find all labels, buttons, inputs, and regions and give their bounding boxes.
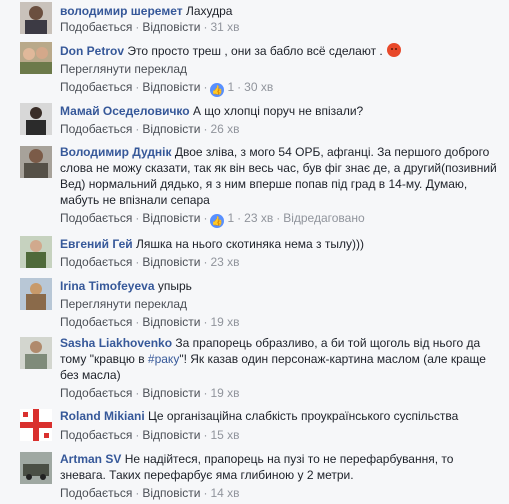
avatar[interactable] xyxy=(20,103,52,135)
comment-author[interactable]: Roland Mikiani xyxy=(60,409,145,423)
separator: · xyxy=(203,486,208,500)
avatar[interactable] xyxy=(20,278,52,310)
separator: · xyxy=(135,80,140,94)
comment-text: Ляшка на нього скотиняка нема з тылу))) xyxy=(135,237,364,251)
comment-author[interactable]: володимир шеремет xyxy=(60,4,183,18)
reply-button[interactable]: Відповісти xyxy=(142,428,200,442)
reply-button[interactable]: Відповісти xyxy=(142,122,200,136)
separator: · xyxy=(237,211,242,225)
separator: · xyxy=(135,428,140,442)
reply-button[interactable]: Відповісти xyxy=(142,80,200,94)
comment-author[interactable]: Don Petrov xyxy=(60,44,124,58)
comment-text: А що хлопці поруч не впізали? xyxy=(192,104,364,118)
like-button[interactable]: Подобається xyxy=(60,80,132,94)
comment-text: Це організаційна слабкість проукраїнсько… xyxy=(148,409,459,423)
reply-button[interactable]: Відповісти xyxy=(142,211,200,225)
timestamp[interactable]: 19 хв xyxy=(210,386,239,400)
like-button[interactable]: Подобається xyxy=(60,122,132,136)
see-translation-link[interactable]: Переглянути переклад xyxy=(60,61,187,77)
separator: · xyxy=(203,122,208,136)
like-button[interactable]: Подобається xyxy=(60,255,132,269)
timestamp[interactable]: 23 хв xyxy=(210,255,239,269)
timestamp[interactable]: 15 хв xyxy=(210,428,239,442)
timestamp[interactable]: 19 хв xyxy=(210,315,239,329)
timestamp[interactable]: 14 хв xyxy=(210,486,239,500)
separator: · xyxy=(203,80,208,94)
reply-button[interactable]: Відповісти xyxy=(142,255,200,269)
separator: · xyxy=(237,80,242,94)
like-button[interactable]: Подобається xyxy=(60,315,132,329)
avatar[interactable] xyxy=(20,452,52,484)
avatar[interactable] xyxy=(20,2,52,34)
like-button[interactable]: Подобається xyxy=(60,211,132,225)
separator: · xyxy=(135,386,140,400)
comment-author[interactable]: Евгений Гей xyxy=(60,237,133,251)
separator: · xyxy=(135,486,140,500)
reply-button[interactable]: Відповісти xyxy=(142,486,200,500)
separator: · xyxy=(135,20,140,34)
avatar[interactable] xyxy=(20,42,52,74)
separator: · xyxy=(203,428,208,442)
hashtag-link[interactable]: #раку xyxy=(148,352,179,366)
avatar[interactable] xyxy=(20,409,52,441)
timestamp[interactable]: 31 хв xyxy=(210,20,239,34)
separator: · xyxy=(135,255,140,269)
avatar[interactable] xyxy=(20,337,52,369)
comment-text: Это просто треш , они за бабло всё сдела… xyxy=(127,44,383,58)
separator: · xyxy=(276,211,281,225)
separator: · xyxy=(203,255,208,269)
avatar[interactable] xyxy=(20,146,52,178)
edited-label[interactable]: Відредаговано xyxy=(283,211,364,225)
separator: · xyxy=(135,315,140,329)
like-icon[interactable]: 👍 xyxy=(210,214,225,228)
reply-button[interactable]: Відповісти xyxy=(142,386,200,400)
separator: · xyxy=(203,20,208,34)
timestamp[interactable]: 26 хв xyxy=(210,122,239,136)
comment-author[interactable]: Мамай Оседеловичко xyxy=(60,104,190,118)
separator: · xyxy=(203,386,208,400)
comment-text: Лахудра xyxy=(185,4,233,18)
like-button[interactable]: Подобається xyxy=(60,486,132,500)
timestamp[interactable]: 23 хв xyxy=(244,211,273,225)
comment-text: упырь xyxy=(157,279,192,293)
avatar[interactable] xyxy=(20,236,52,268)
separator: · xyxy=(135,211,140,225)
comment-author[interactable]: Artman SV xyxy=(60,452,121,466)
reply-button[interactable]: Відповісти xyxy=(142,20,200,34)
like-button[interactable]: Подобається xyxy=(60,386,132,400)
separator: · xyxy=(203,315,208,329)
comment-author[interactable]: Irina Timofeyeva xyxy=(60,279,155,293)
pouting-face-icon xyxy=(386,43,401,57)
like-button[interactable]: Подобається xyxy=(60,20,132,34)
like-icon[interactable]: 👍 xyxy=(210,83,225,97)
separator: · xyxy=(203,211,208,225)
comment-author[interactable]: Володимир Дуднік xyxy=(60,145,172,159)
timestamp[interactable]: 30 хв xyxy=(244,80,273,94)
separator: · xyxy=(135,122,140,136)
like-button[interactable]: Подобається xyxy=(60,428,132,442)
reply-button[interactable]: Відповісти xyxy=(142,315,200,329)
comment-author[interactable]: Sasha Liakhovenko xyxy=(60,336,172,350)
see-translation-link[interactable]: Переглянути переклад xyxy=(60,296,187,312)
